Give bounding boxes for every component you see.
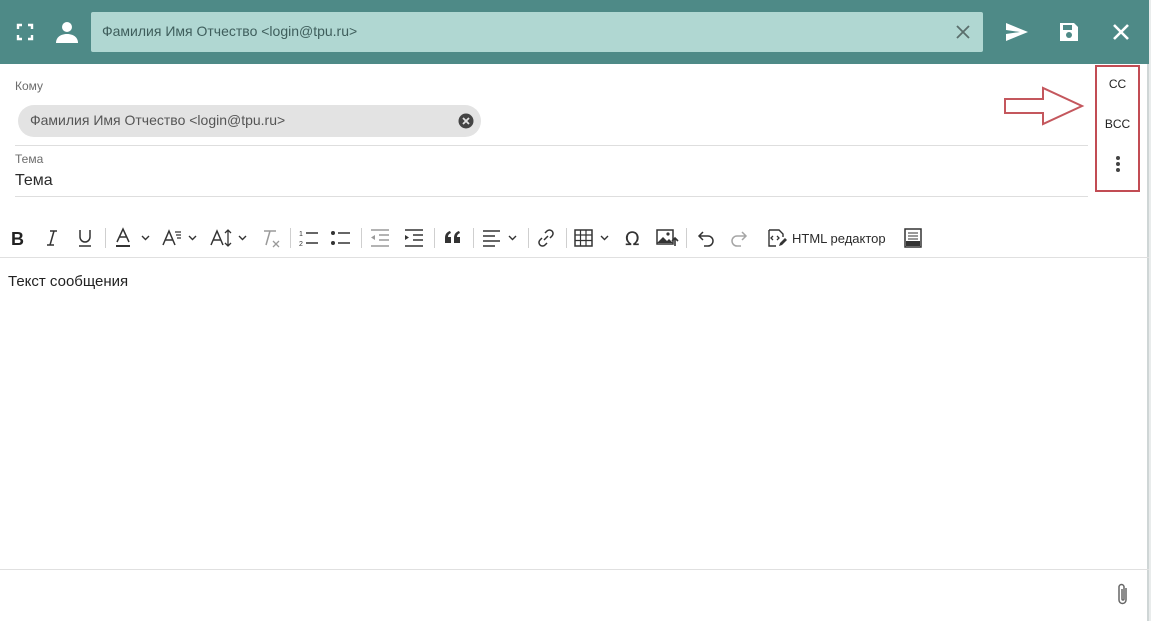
bold-button[interactable]: B: [6, 225, 30, 251]
special-characters-button[interactable]: Ω: [621, 225, 645, 251]
toolbar-divider: [473, 228, 474, 248]
toolbar-divider: [361, 228, 362, 248]
html-source-icon: [768, 229, 787, 247]
link-button[interactable]: [534, 225, 558, 251]
subject-input[interactable]: Тема: [15, 172, 53, 190]
from-field[interactable]: Фамилия Имя Отчество <login@tpu.ru>: [91, 12, 983, 52]
svg-text:Ω: Ω: [625, 228, 640, 248]
compose-window: Фамилия Имя Отчество <login@tpu.ru> Кому…: [0, 0, 1149, 621]
omega-icon: Ω: [625, 228, 640, 248]
font-size-icon: [210, 229, 247, 247]
numbered-list-button[interactable]: 1 2: [297, 225, 321, 251]
vertical-dots-icon: [1115, 156, 1120, 172]
fullscreen-icon: [16, 23, 34, 41]
font-family-button[interactable]: [160, 225, 202, 251]
font-size-button[interactable]: [208, 225, 250, 251]
subject-label: Тема: [15, 152, 44, 166]
recipient-chip-label: Фамилия Имя Отчество <login@tpu.ru>: [30, 112, 286, 128]
save-draft-button[interactable]: [1049, 12, 1089, 52]
undo-button[interactable]: [694, 225, 718, 251]
svg-text:1: 1: [299, 231, 303, 238]
svg-text:B: B: [11, 229, 24, 247]
contacts-button[interactable]: [47, 12, 87, 52]
outdent-button[interactable]: [368, 225, 392, 251]
toolbar-divider: [290, 228, 291, 248]
close-icon: [956, 25, 970, 39]
toolbar-divider-line: [0, 257, 1149, 258]
send-button[interactable]: [997, 12, 1037, 52]
block-quote-icon: [445, 231, 460, 243]
image-upload-icon: [656, 229, 679, 246]
compose-header: Фамилия Имя Отчество <login@tpu.ru>: [0, 0, 1149, 64]
italic-icon: [47, 230, 57, 246]
more-options-button[interactable]: [1097, 155, 1138, 176]
fullscreen-button[interactable]: [5, 12, 45, 52]
align-left-icon: [483, 230, 517, 247]
toolbar-divider: [566, 228, 567, 248]
from-value: Фамилия Имя Отчество <login@tpu.ru>: [102, 23, 358, 39]
source-view-button[interactable]: [900, 225, 926, 251]
svg-text:2: 2: [299, 241, 303, 248]
from-clear-button[interactable]: [949, 18, 977, 46]
link-icon: [538, 229, 554, 247]
cc-button[interactable]: CC: [1097, 77, 1138, 91]
indent-button[interactable]: [402, 225, 426, 251]
html-editor-button[interactable]: HTML редактор: [766, 225, 888, 251]
underline-icon: [79, 230, 91, 247]
message-body[interactable]: Текст сообщения: [8, 273, 128, 290]
paperclip-icon: [1118, 583, 1127, 605]
alignment-button[interactable]: [480, 225, 522, 251]
bulleted-list-icon: [331, 231, 350, 245]
recipient-chip[interactable]: Фамилия Имя Отчество <login@tpu.ru>: [18, 105, 481, 137]
bcc-button[interactable]: BCC: [1097, 117, 1138, 131]
font-color-button[interactable]: [113, 225, 153, 251]
floppy-disk-icon: [1060, 23, 1078, 41]
subject-divider: [15, 196, 1088, 197]
send-icon: [1006, 23, 1028, 41]
close-compose-button[interactable]: [1101, 12, 1141, 52]
italic-button[interactable]: [40, 225, 64, 251]
redo-button[interactable]: [727, 225, 751, 251]
to-divider: [15, 145, 1088, 146]
font-color-icon: [116, 227, 150, 247]
remove-format-button[interactable]: [258, 225, 284, 251]
block-quote-button[interactable]: [441, 225, 465, 251]
bold-icon: B: [11, 229, 24, 247]
close-icon: [1113, 24, 1129, 40]
underline-button[interactable]: [73, 225, 97, 251]
indent-icon: [405, 229, 423, 247]
insert-image-button[interactable]: [654, 225, 680, 251]
toolbar-divider: [105, 228, 106, 248]
bulleted-list-button[interactable]: [329, 225, 353, 251]
annotation-arrow: [1004, 86, 1085, 126]
numbered-list-icon: 1 2: [299, 231, 318, 248]
remove-format-icon: [264, 230, 280, 248]
toolbar-divider: [434, 228, 435, 248]
cc-bcc-panel: CC BCC: [1095, 65, 1140, 192]
footer-divider: [0, 569, 1149, 570]
table-icon: [574, 229, 609, 247]
html-editor-label: HTML редактор: [792, 230, 886, 246]
toolbar-divider: [528, 228, 529, 248]
attach-file-button[interactable]: [1112, 582, 1134, 608]
insert-table-button[interactable]: [572, 225, 614, 251]
person-icon: [56, 22, 78, 43]
source-document-icon: [904, 228, 922, 248]
remove-circle-icon[interactable]: [458, 113, 474, 129]
to-label: Кому: [15, 79, 44, 93]
toolbar-divider: [686, 228, 687, 248]
redo-icon: [731, 231, 748, 247]
outdent-icon: [371, 229, 389, 247]
undo-icon: [697, 231, 714, 247]
font-family-icon: [162, 229, 197, 246]
